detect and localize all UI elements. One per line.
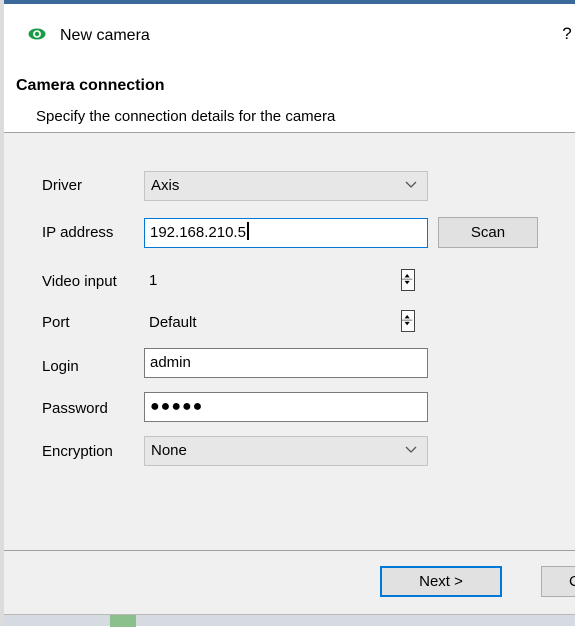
video-input-label: Video input — [42, 273, 117, 290]
eye-icon — [28, 28, 46, 40]
encryption-label: Encryption — [42, 443, 113, 460]
next-button[interactable]: Next > — [380, 566, 502, 597]
video-input-spin-arrows-icon[interactable] — [401, 269, 415, 291]
ip-address-label: IP address — [42, 224, 114, 241]
ip-address-value: 192.168.210.5 — [150, 224, 246, 241]
driver-value: Axis — [151, 177, 180, 194]
password-masked-value: ●●●●● — [150, 398, 204, 415]
login-field[interactable]: admin — [144, 348, 428, 378]
driver-label: Driver — [42, 177, 82, 194]
window-title: New camera — [60, 27, 150, 44]
password-label: Password — [42, 400, 108, 417]
password-field[interactable]: ●●●●● — [144, 392, 428, 422]
background-window-strip — [4, 614, 575, 627]
driver-dropdown[interactable]: Axis — [144, 171, 428, 201]
video-input-value: 1 — [149, 272, 158, 289]
port-value: Default — [149, 314, 197, 331]
encryption-dropdown[interactable]: None — [144, 436, 428, 466]
cancel-button[interactable]: C — [541, 566, 575, 597]
page-subtitle: Specify the connection details for the c… — [36, 108, 336, 125]
login-value: admin — [150, 354, 191, 371]
ip-address-field[interactable]: 192.168.210.5 — [144, 218, 428, 248]
login-label: Login — [42, 358, 79, 375]
chevron-down-icon — [405, 446, 417, 453]
page-title: Camera connection — [16, 77, 165, 94]
encryption-value: None — [151, 442, 187, 459]
scan-button[interactable]: Scan — [438, 217, 538, 248]
help-button[interactable]: ? — [559, 24, 575, 44]
background-window-chip — [110, 615, 136, 627]
port-label: Port — [42, 314, 70, 331]
port-spinbox[interactable]: Default — [144, 308, 428, 338]
video-input-spinbox[interactable]: 1 — [144, 266, 428, 296]
port-spin-arrows-icon[interactable] — [401, 310, 415, 332]
chevron-down-icon — [405, 181, 417, 188]
text-cursor — [246, 222, 249, 240]
